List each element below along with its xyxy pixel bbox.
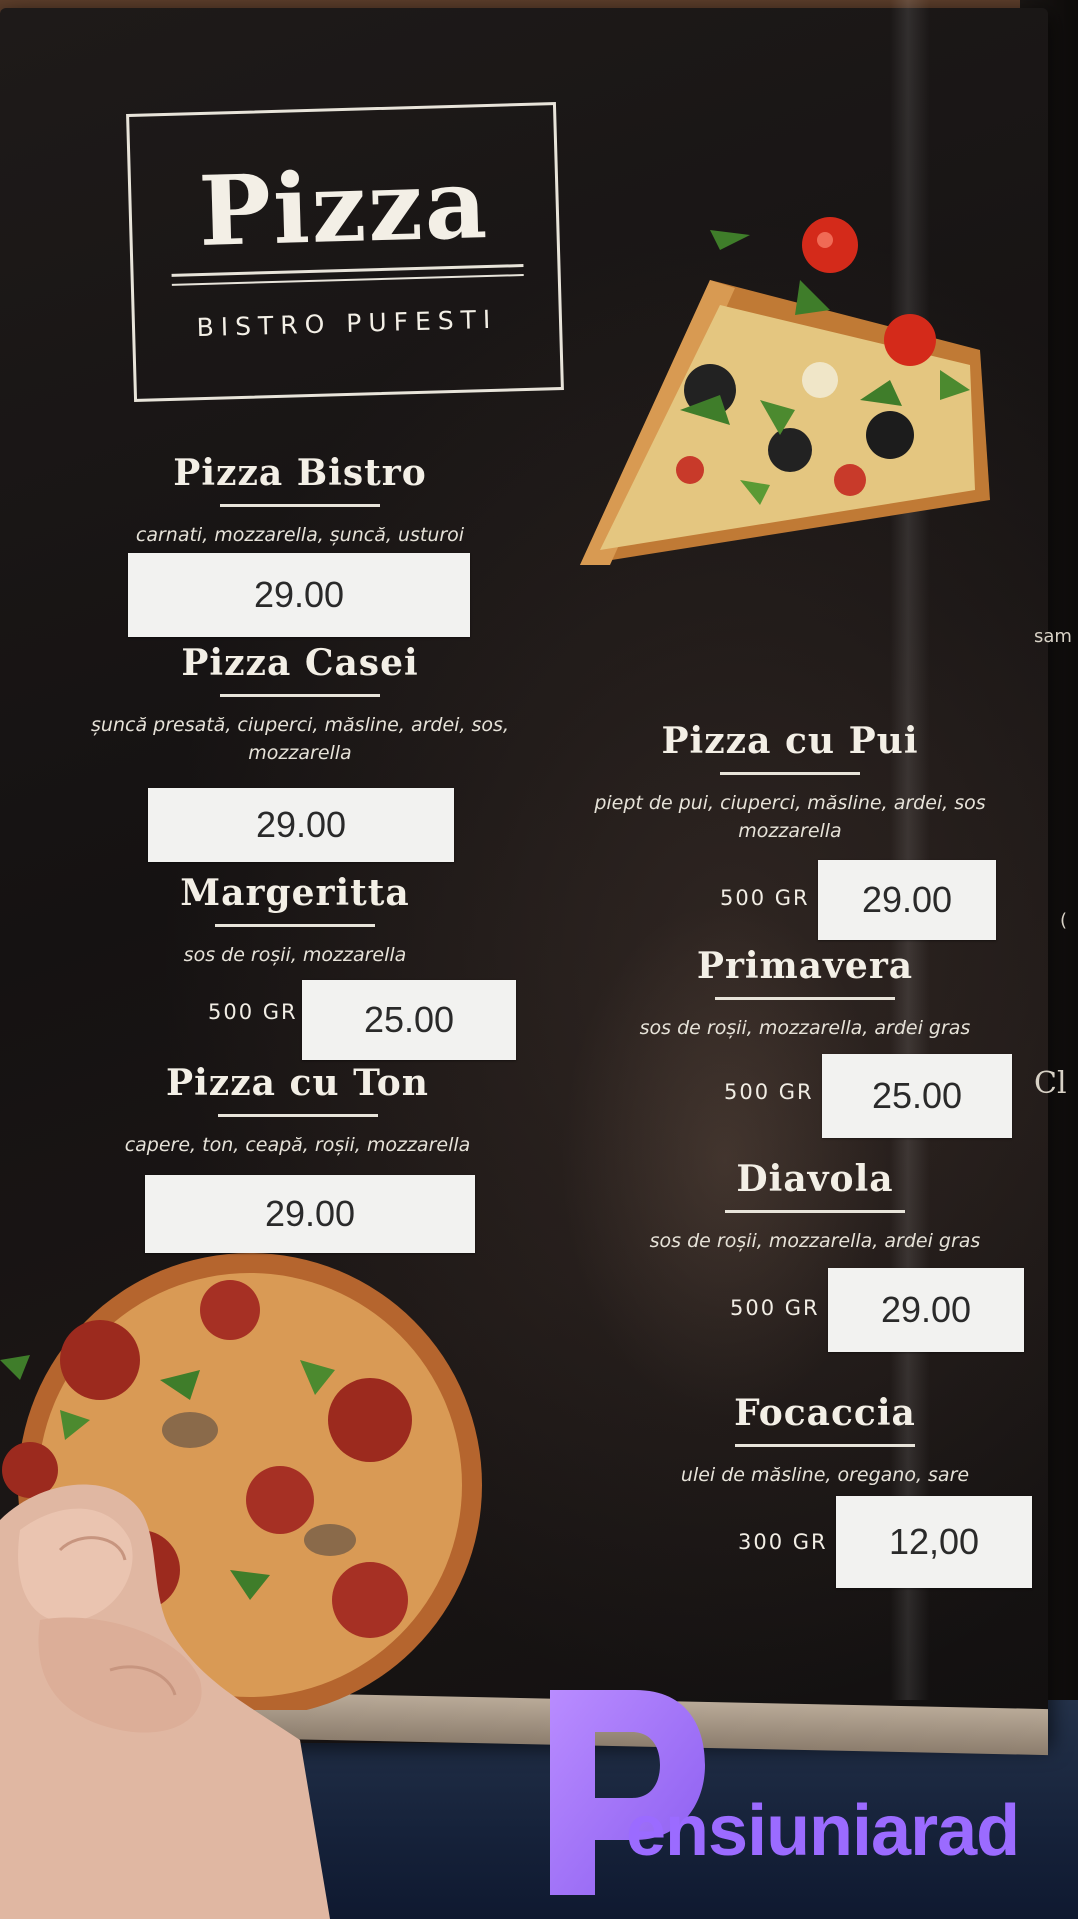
menu-title-box: Pizza BISTRO PUFESTI <box>126 102 564 402</box>
item-description: șuncă presată, ciuperci, măsline, ardei,… <box>91 714 509 764</box>
item-description: piept de pui, ciuperci, măsline, ardei, … <box>594 792 986 842</box>
item-rule <box>720 772 860 775</box>
item-rule <box>715 997 895 1000</box>
price-tag: 25.00 <box>822 1054 1012 1138</box>
site-logo: ensiuniarad <box>540 1670 1060 1900</box>
item-weight: 500 GR <box>730 1296 820 1320</box>
item-rule <box>220 504 380 507</box>
pizza-slice-photo <box>580 217 990 565</box>
logo-text: ensiuniarad <box>626 1791 1020 1871</box>
menu-item-pizza-cu-ton: Pizza cu Ton capere, ton, ceapă, roșii, … <box>100 1062 495 1159</box>
item-rule <box>220 694 380 697</box>
price-tag: 29.00 <box>818 860 996 940</box>
next-page-fragment: ( <box>1060 910 1068 931</box>
price-tag: 29.00 <box>145 1175 475 1253</box>
item-name: Focaccia <box>734 1392 916 1434</box>
item-name: Diavola <box>736 1158 894 1200</box>
price-tag: 25.00 <box>302 980 516 1060</box>
item-name: Pizza cu Pui <box>661 720 919 762</box>
menu-item-focaccia: Focaccia ulei de măsline, oregano, sare <box>620 1392 1030 1489</box>
item-rule <box>735 1444 915 1447</box>
next-page-fragment: sam <box>1034 626 1072 647</box>
price-tag: 29.00 <box>148 788 454 862</box>
hand-holding-menu <box>0 1484 330 1919</box>
item-name: Pizza cu Ton <box>166 1062 429 1104</box>
item-description: sos de roșii, mozzarella <box>183 944 407 966</box>
menu-title: Pizza <box>197 146 491 269</box>
item-name: Primavera <box>696 945 914 987</box>
menu-subtitle: BISTRO PUFESTI <box>196 304 498 343</box>
next-page-fragment: Cl <box>1034 1066 1067 1101</box>
item-description: ulei de măsline, oregano, sare <box>680 1464 970 1486</box>
menu-item-pizza-casei: Pizza Casei șuncă presată, ciuperci, măs… <box>55 642 545 767</box>
item-weight: 500 GR <box>720 886 810 910</box>
menu-item-diavola: Diavola sos de roșii, mozzarella, ardei … <box>610 1158 1020 1255</box>
item-description: sos de roșii, mozzarella, ardei gras <box>639 1017 971 1039</box>
price-tag: 29.00 <box>828 1268 1024 1352</box>
item-name: Pizza Casei <box>181 642 419 684</box>
menu-item-margeritta: Margeritta sos de roșii, mozzarella <box>130 872 460 969</box>
item-name: Pizza Bistro <box>173 452 427 494</box>
item-rule <box>217 1114 378 1117</box>
photo-scene: Pizza BISTRO PUFESTI Pizza Bistro carnat… <box>0 0 1078 1919</box>
item-rule <box>725 1210 905 1213</box>
item-name: Margeritta <box>180 872 410 914</box>
item-weight: 500 GR <box>724 1080 814 1104</box>
price-tag: 12,00 <box>836 1496 1032 1588</box>
item-rule <box>215 924 375 927</box>
menu-item-pizza-bistro: Pizza Bistro carnati, mozzarella, șuncă,… <box>115 452 485 549</box>
item-weight: 500 GR <box>208 1000 298 1024</box>
item-description: capere, ton, ceapă, roșii, mozzarella <box>124 1134 471 1156</box>
item-description: sos de roșii, mozzarella, ardei gras <box>649 1230 981 1252</box>
menu-item-pizza-cu-pui: Pizza cu Pui piept de pui, ciuperci, măs… <box>570 720 1010 845</box>
title-rule-second <box>171 274 524 286</box>
menu-item-primavera: Primavera sos de roșii, mozzarella, arde… <box>600 945 1010 1042</box>
price-tag: 29.00 <box>128 553 470 637</box>
item-description: carnati, mozzarella, șuncă, usturoi <box>135 524 465 546</box>
item-weight: 300 GR <box>738 1530 828 1554</box>
